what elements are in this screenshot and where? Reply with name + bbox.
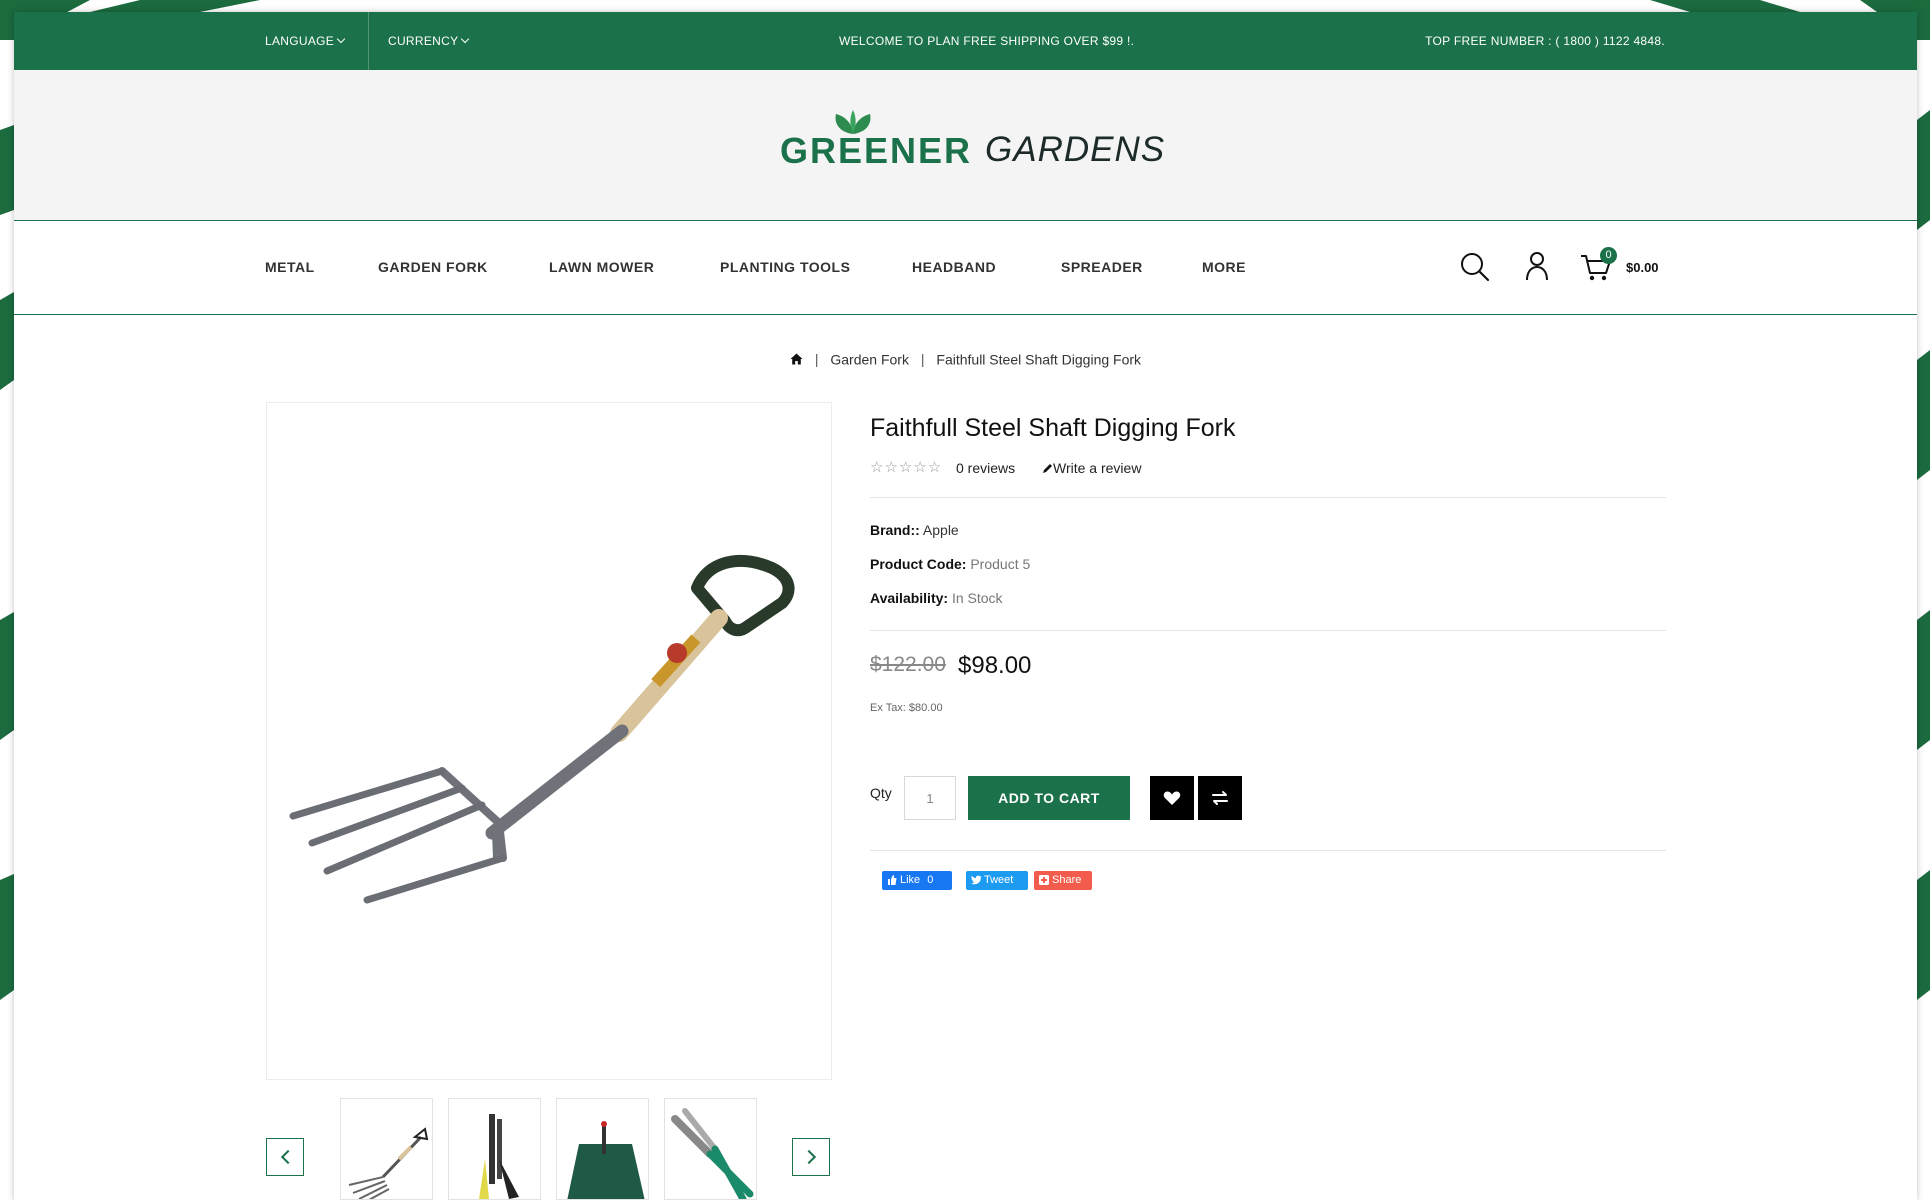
- home-icon[interactable]: [790, 353, 803, 365]
- thumbnail-spreader[interactable]: [556, 1098, 649, 1200]
- availability-label: Availability:: [870, 590, 949, 606]
- reviews-link[interactable]: 0 reviews: [956, 460, 1015, 476]
- product-code-row: Product Code: Product 5: [870, 556, 1030, 572]
- nav-item-garden-fork[interactable]: GARDEN FORK: [378, 221, 488, 314]
- thumbnail-carousel: [266, 1098, 830, 1200]
- old-price: $122.00: [870, 653, 946, 676]
- next-thumbnail-button[interactable]: [792, 1138, 830, 1176]
- availability-value: In Stock: [951, 590, 1003, 606]
- product-code-label: Product Code:: [870, 556, 967, 572]
- user-icon[interactable]: [1524, 251, 1550, 281]
- rating-stars: ☆☆☆☆☆: [870, 459, 943, 476]
- pencil-icon: [1043, 464, 1052, 473]
- chevron-down-icon: [336, 34, 346, 44]
- phone-number: TOP FREE NUMBER : ( 1800 ) 1122 4848.: [1425, 34, 1665, 48]
- wishlist-button[interactable]: [1150, 776, 1194, 820]
- logo-text-gardens: GARDENS: [985, 130, 1166, 169]
- thumbnail-pruner[interactable]: [664, 1098, 757, 1200]
- brand-label: Brand::: [870, 522, 920, 538]
- qty-label: Qty: [870, 785, 892, 801]
- cart-total[interactable]: $0.00: [1626, 221, 1659, 314]
- top-bar: LANGUAGE CURRENCY WELCOME TO PLAN FREE S…: [14, 12, 1917, 70]
- tweet-label: Tweet: [984, 874, 1014, 886]
- compare-button[interactable]: [1198, 776, 1242, 820]
- topbar-divider: [368, 12, 369, 70]
- facebook-like-button[interactable]: Like 0: [882, 871, 952, 890]
- write-review-link[interactable]: Write a review: [1042, 460, 1141, 476]
- breadcrumb-link-garden-fork[interactable]: Garden Fork: [830, 351, 909, 367]
- availability-row: Availability: In Stock: [870, 590, 1003, 606]
- share-button[interactable]: Share: [1034, 871, 1092, 890]
- site-header: GREENER GARDENS: [14, 70, 1917, 221]
- like-count: 0: [927, 874, 934, 886]
- quantity-input[interactable]: [904, 776, 956, 820]
- plus-box-icon: [1039, 875, 1049, 885]
- thumbnail-planting-tools[interactable]: [448, 1098, 541, 1200]
- site-logo[interactable]: GREENER GARDENS: [780, 110, 1180, 180]
- divider: [870, 497, 1666, 498]
- thumbs-up-icon: [888, 875, 897, 885]
- nav-item-more[interactable]: MORE: [1202, 221, 1246, 314]
- welcome-message: WELCOME TO PLAN FREE SHIPPING OVER $99 !…: [839, 34, 1135, 48]
- language-label: LANGUAGE: [265, 34, 335, 48]
- nav-item-spreader[interactable]: SPREADER: [1061, 221, 1143, 314]
- main-nav: METAL GARDEN FORK LAWN MOWER PLANTING TO…: [14, 221, 1917, 315]
- logo-text-greener: GREENER: [780, 130, 973, 171]
- brand-value[interactable]: Apple: [923, 522, 959, 538]
- product-main-image[interactable]: [266, 402, 832, 1080]
- divider: [870, 850, 1666, 851]
- compare-icon: [1212, 791, 1228, 805]
- language-dropdown[interactable]: LANGUAGE: [265, 12, 346, 70]
- nav-item-metal[interactable]: METAL: [265, 221, 315, 314]
- tweet-button[interactable]: Tweet: [966, 871, 1028, 890]
- product-title: Faithfull Steel Shaft Digging Fork: [870, 414, 1236, 442]
- current-price: $98.00: [958, 652, 1032, 679]
- nav-item-headband[interactable]: HEADBAND: [912, 221, 996, 314]
- breadcrumb: | Garden Fork | Faithfull Steel Shaft Di…: [14, 350, 1917, 367]
- nav-item-lawn-mower[interactable]: LAWN MOWER: [549, 221, 654, 314]
- thumbnail-digging-fork[interactable]: [340, 1098, 433, 1200]
- cart-count-badge: 0: [1600, 247, 1617, 264]
- nav-item-planting-tools[interactable]: PLANTING TOOLS: [720, 221, 850, 314]
- brand-row: Brand:: Apple: [870, 522, 959, 538]
- divider: [870, 630, 1666, 631]
- add-to-cart-button[interactable]: ADD TO CART: [968, 776, 1130, 820]
- heart-icon: [1163, 791, 1181, 805]
- chevron-right-icon: [801, 1149, 817, 1165]
- twitter-icon: [971, 875, 982, 885]
- product-code-value: Product 5: [970, 556, 1031, 572]
- like-label: Like: [900, 874, 921, 886]
- search-icon[interactable]: [1459, 251, 1491, 283]
- write-review-label: Write a review: [1053, 460, 1142, 476]
- ex-tax-price: Ex Tax: $80.00: [870, 702, 943, 714]
- page-frame: LANGUAGE CURRENCY WELCOME TO PLAN FREE S…: [14, 12, 1917, 1200]
- chevron-down-icon: [461, 34, 470, 44]
- prev-thumbnail-button[interactable]: [266, 1138, 304, 1176]
- currency-label: CURRENCY: [388, 34, 459, 48]
- chevron-left-icon: [280, 1149, 296, 1165]
- digging-fork-image: [289, 554, 795, 904]
- currency-dropdown[interactable]: CURRENCY: [388, 12, 470, 70]
- share-label: Share: [1052, 874, 1082, 886]
- breadcrumb-current[interactable]: Faithfull Steel Shaft Digging Fork: [936, 351, 1141, 367]
